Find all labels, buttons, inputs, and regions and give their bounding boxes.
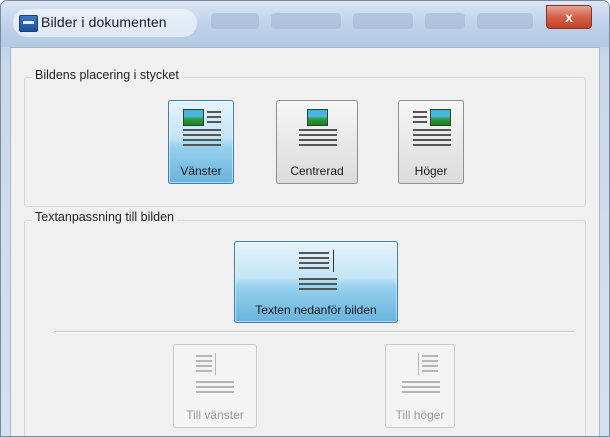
- text-right-label: Till höger: [395, 408, 445, 422]
- text-left-label: Till vänster: [186, 408, 244, 422]
- text-below-label: Texten nedanför bilden: [255, 303, 377, 317]
- title-bar-backdrop: [477, 13, 533, 29]
- title-bar-backdrop: [353, 13, 413, 29]
- title-bar-backdrop: [211, 13, 259, 29]
- title-bar-backdrop: [271, 13, 341, 29]
- image-left-icon: [179, 107, 225, 151]
- title-bar-backdrop: [425, 13, 465, 29]
- wrap-separator: [54, 331, 575, 333]
- text-right-button: Till höger: [385, 344, 455, 428]
- placement-right-button[interactable]: Höger: [398, 100, 464, 184]
- placement-left-button[interactable]: Vänster: [168, 100, 234, 184]
- image-center-icon: [295, 107, 341, 151]
- placement-center-button[interactable]: Centrerad: [276, 100, 358, 184]
- dialog-window: Bilder i dokumenten x Bildens placering …: [0, 0, 610, 437]
- text-below-button[interactable]: Texten nedanför bilden: [234, 241, 398, 323]
- image-right-icon: [409, 107, 455, 151]
- placement-right-label: Höger: [414, 164, 448, 178]
- close-icon: x: [565, 9, 573, 25]
- text-right-icon: [398, 351, 444, 399]
- text-left-icon: [192, 351, 238, 399]
- app-window-icon: [19, 15, 38, 32]
- placement-group-label: Bildens placering i stycket: [32, 68, 182, 82]
- window-title: Bilder i dokumenten: [41, 14, 167, 30]
- wrap-group-label: Textanpassning till bilden: [32, 210, 177, 224]
- placement-left-label: Vänster: [180, 164, 222, 178]
- dialog-content: Bildens placering i stycket Vänster Cent…: [10, 47, 600, 436]
- text-left-button: Till vänster: [173, 344, 257, 428]
- title-bar[interactable]: Bilder i dokumenten x: [1, 1, 609, 47]
- close-button[interactable]: x: [546, 5, 592, 29]
- text-below-icon: [295, 248, 341, 296]
- placement-center-label: Centrerad: [290, 164, 344, 178]
